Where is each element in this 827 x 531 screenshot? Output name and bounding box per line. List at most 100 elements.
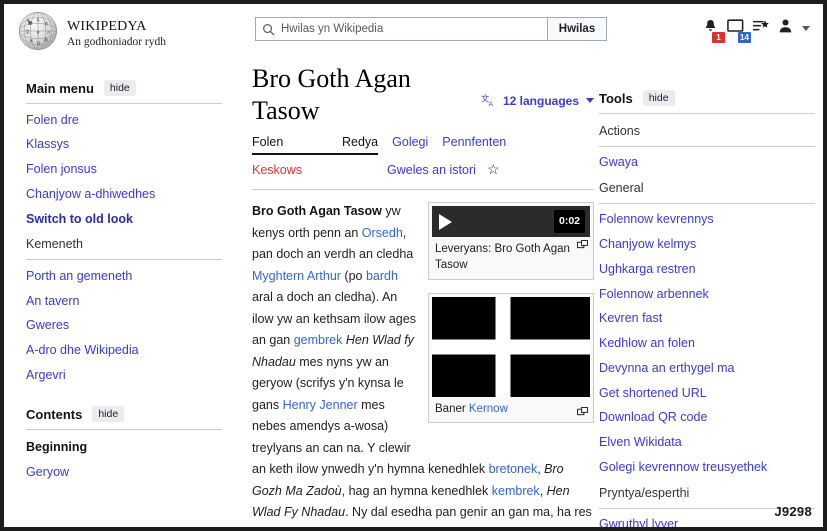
chevron-down-icon[interactable]: [586, 98, 594, 103]
article-tabs: Folen Redya Golegi Pennfenten Keskows Gw…: [252, 135, 594, 190]
thumbnail-column: 0:02 Leveryans: Bro Goth Agan Tasow Bane…: [428, 202, 594, 436]
toc-item-beginning[interactable]: Beginning: [26, 434, 222, 460]
contents-header: Contents hide: [26, 406, 222, 422]
cornwall-flag-image[interactable]: [432, 296, 590, 397]
user-avatar-icon: [779, 19, 792, 33]
divider: [599, 113, 815, 114]
sidebar-item-gweres[interactable]: Gweres: [26, 314, 222, 339]
alerts-button[interactable]: 1: [703, 18, 725, 43]
text-run: ,: [539, 483, 547, 498]
link-henry-jenner[interactable]: Henry Jenner: [283, 398, 358, 412]
divider: [599, 202, 815, 204]
language-icon: 文 A: [481, 93, 494, 108]
audio-duration: 0:02: [553, 210, 585, 233]
sidebar-item-a-dro-dhe-wikipedia[interactable]: A-dro dhe Wikipedia: [26, 339, 222, 364]
tab-redya[interactable]: Redya: [342, 135, 379, 155]
site-brand[interactable]: WAЯ 文ת कΩあ и Wikipedya An godhoniador ry…: [18, 11, 166, 51]
audio-thumbnail: 0:02 Leveryans: Bro Goth Agan Tasow: [428, 202, 594, 280]
notices-count-badge: 14: [738, 32, 751, 43]
tools-item-kedhlow-an-folen[interactable]: Kedhlow an folen: [599, 332, 815, 357]
audio-caption: Leveryans: Bro Goth Agan Tasow: [435, 243, 570, 272]
sidebar-item-folen-dre[interactable]: Folen dre: [26, 108, 222, 133]
svg-text:и: и: [37, 31, 40, 36]
tab-gweles-an-istori[interactable]: Gweles an istori: [387, 163, 476, 181]
search-placeholder-text: Hwilas yn Wikipedia: [281, 23, 384, 35]
brand-title: Wikipedya: [67, 12, 147, 35]
search-input[interactable]: Hwilas yn Wikipedia: [255, 17, 547, 41]
link-orsedh[interactable]: Orsedh: [362, 226, 403, 240]
title-row: Bro Goth Agan Tasow 文 A 12 languages: [248, 63, 598, 131]
link-kembrek[interactable]: kembrek: [492, 484, 540, 498]
tools-item-folennow-kevrennys[interactable]: Folennow kevrennys: [599, 208, 815, 233]
tools-section-general: General: [599, 180, 644, 195]
flag-caption-link[interactable]: Kernow: [469, 403, 508, 415]
tab-keskows[interactable]: Keskows: [252, 163, 342, 181]
tools-item-chanjyow-kelmys[interactable]: Chanjyow kelmys: [599, 233, 815, 258]
play-icon[interactable]: [439, 213, 452, 230]
tools-sidebar: Tools hide Actions Gwaya General Folenno…: [599, 52, 815, 527]
article-tabs-row-2: Keskows Gweles an istori ☆: [252, 162, 594, 182]
contents-hide-button[interactable]: hide: [92, 406, 125, 422]
watchlist-button[interactable]: [753, 19, 769, 39]
tools-item-golegi-kevrennow[interactable]: Golegi kevrennow treusyethek: [599, 455, 815, 480]
link-myghtern-arthur[interactable]: Myghtern Arthur: [252, 269, 341, 283]
notices-button[interactable]: 14: [727, 18, 751, 43]
tab-folen[interactable]: Folen: [252, 135, 342, 155]
tools-item-get-shortened-url[interactable]: Get shortened URL: [599, 381, 815, 406]
expand-icon[interactable]: [577, 406, 588, 416]
tools-item-download-qr-code[interactable]: Download QR code: [599, 406, 815, 431]
audio-player[interactable]: 0:02: [432, 206, 590, 237]
language-count-label: 12 languages: [502, 93, 579, 108]
sidebar-item-switch-old-look[interactable]: Switch to old look: [26, 207, 222, 232]
text-run: , hag an hymna kenedhlek: [341, 483, 492, 498]
language-selector[interactable]: 文 A 12 languages: [481, 93, 594, 108]
tools-title: Tools: [599, 90, 633, 106]
sidebar-item-chanjyow[interactable]: Chanjyow a-dhiwedhes: [26, 182, 222, 207]
toc-item-geryow[interactable]: Geryow: [26, 460, 222, 485]
tools-header: Tools hide: [599, 90, 815, 106]
sidebar-item-folen-jonsus[interactable]: Folen jonsus: [26, 158, 222, 183]
tab-golegi[interactable]: Golegi: [392, 135, 428, 153]
left-sidebar: Main menu hide Folen dre Klassys Folen j…: [4, 52, 236, 527]
article-lead-term: Bro Goth Agan Tasow: [252, 204, 382, 218]
wikipedia-globe-icon: WAЯ 文ת कΩあ и: [18, 11, 58, 51]
tools-section-actions: Actions: [599, 123, 640, 138]
divider: [599, 145, 815, 147]
search-icon: [263, 23, 275, 35]
chevron-down-icon[interactable]: [802, 26, 810, 31]
tools-hide-button[interactable]: hide: [642, 90, 675, 106]
tools-item-gwaya[interactable]: Gwaya: [599, 151, 815, 176]
site-header: WAЯ 文ת कΩあ и Wikipedya An godhoniador ry…: [4, 4, 823, 52]
brand-text: Wikipedya An godhoniador rydh: [67, 12, 167, 48]
search-bar[interactable]: Hwilas yn Wikipedia Hwilas: [255, 17, 607, 41]
sidebar-item-porth-an-gemeneth[interactable]: Porth an gemeneth: [26, 264, 222, 289]
main-menu-hide-button[interactable]: hide: [103, 80, 136, 96]
tab-pennfenten[interactable]: Pennfenten: [442, 135, 506, 153]
tools-section-pryntya: Pryntya/esperthi: [599, 485, 690, 500]
expand-icon[interactable]: [577, 240, 588, 249]
user-avatar[interactable]: [778, 18, 793, 39]
search-button[interactable]: Hwilas: [547, 17, 607, 41]
link-gembrek[interactable]: gembrek: [294, 333, 343, 347]
link-bretonek[interactable]: bretonek: [489, 462, 538, 476]
svg-text:A: A: [37, 18, 40, 24]
tools-item-devynna-an-erthygel-ma[interactable]: Devynna an erthygel ma: [599, 356, 815, 381]
page-title: Bro Goth Agan Tasow: [252, 64, 411, 125]
sidebar-section-kemeneth: Kemeneth: [26, 237, 83, 252]
divider: [26, 103, 222, 104]
sidebar-item-klassys[interactable]: Klassys: [26, 133, 222, 158]
flag-thumbnail: Baner Kernow: [428, 292, 594, 423]
star-outline-icon[interactable]: ☆: [487, 162, 500, 176]
divider: [26, 429, 222, 430]
sidebar-item-an-tavern[interactable]: An tavern: [26, 289, 222, 314]
tools-item-elven-wikidata[interactable]: Elven Wikidata: [599, 431, 815, 456]
brand-subtitle: An godhoniador rydh: [67, 35, 167, 48]
sidebar-item-argevri[interactable]: Argevri: [26, 363, 222, 388]
contents-title: Contents: [26, 406, 83, 422]
tools-item-kevren-fast[interactable]: Kevren fast: [599, 307, 815, 332]
link-bardh[interactable]: bardh: [366, 269, 398, 283]
alerts-count-badge: 1: [712, 32, 725, 43]
tools-item-ughkarga-restren[interactable]: Ughkarga restren: [599, 257, 815, 282]
svg-text:A: A: [488, 101, 493, 108]
tools-item-folennow-arbennek[interactable]: Folennow arbennek: [599, 282, 815, 307]
